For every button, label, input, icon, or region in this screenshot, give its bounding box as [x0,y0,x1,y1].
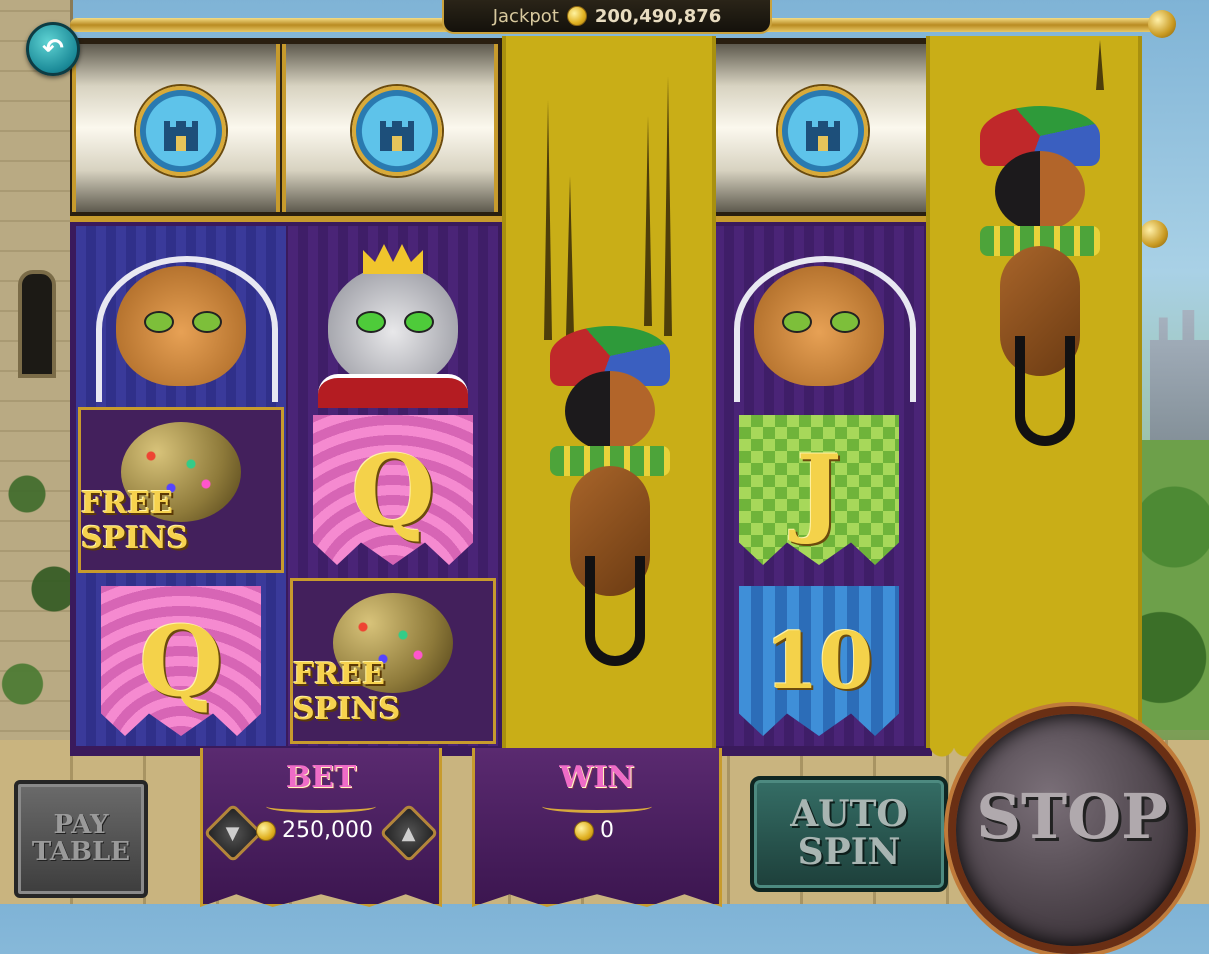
coin-icon [256,820,276,841]
jackpot-display: Jackpot 200,490,876 [442,0,772,34]
cat-eye [404,311,434,333]
free-spins-label: FREE SPINS [293,657,401,727]
wild-banner-reel-5 [926,36,1142,762]
queen-cat-face [96,256,278,402]
letter-q-banner: Q [313,415,473,565]
claw-scratch [544,100,552,340]
trees-background [1140,440,1209,730]
triangle-down-icon: ▼ [226,822,240,844]
castle-tower-icon [136,86,226,176]
queen-cat-symbol [76,246,286,406]
bet-title: BET [285,760,357,795]
veil [734,256,916,402]
reel-column-4: J 10 [714,226,924,746]
letter-q-symbol: Q [288,408,498,572]
distant-castle [1150,310,1209,460]
triangle-up-icon: ▲ [402,822,416,844]
jester-cat-tail [1015,336,1075,446]
crown-icon [363,244,423,274]
jester-cat-head [995,151,1085,231]
back-button[interactable]: ↶ [26,22,80,76]
free-spins-label: FREE SPINS [81,486,189,556]
reel-column-2: Q FREE SPINS [288,226,498,746]
number-10-symbol: 10 [714,576,924,746]
top-reel-4 [712,44,930,212]
pay-table-button[interactable]: PAY TABLE [14,780,148,898]
auto-spin-label-line2: SPIN [797,831,901,873]
bet-amount-display: 250,000 [256,818,373,843]
flourish-decoration [266,800,376,813]
cat-eye [144,311,174,333]
rod-finial-icon [1148,10,1176,38]
coin-icon [566,6,587,26]
win-title: WIN [559,760,635,795]
claw-scratch [1096,40,1104,90]
jester-cat-wild-symbol [530,306,690,666]
pay-table-label-line2: TABLE [31,837,131,867]
reel-column-1: FREE SPINS Q [76,226,286,746]
flourish-decoration [542,800,652,813]
free-spins-tile: FREE SPINS [78,407,284,573]
cat-eye [356,311,386,333]
king-cat-portrait [303,244,483,408]
stop-button[interactable]: STOP [948,706,1196,954]
free-spins-symbol: FREE SPINS [288,576,498,746]
claw-scratch [644,116,652,326]
win-amount: 0 [600,818,614,843]
coin-icon [574,820,594,841]
letter-q-banner: Q [101,586,261,736]
stop-label: STOP [976,780,1168,853]
pay-table-label-line1: PAY [53,809,109,840]
jackpot-label: Jackpot [492,5,559,27]
jester-cat-wild-symbol [960,86,1120,446]
castle-tower-icon [778,86,868,176]
number-10-banner: 10 [739,586,899,736]
letter-j-banner: J [739,415,899,565]
auto-spin-button[interactable]: AUTO SPIN [750,776,948,892]
queen-cat-portrait [729,251,916,402]
jester-cat-head [565,371,655,451]
cat-eye [192,311,222,333]
jackpot-amount: 200,490,876 [594,5,722,27]
queen-cat-portrait [91,251,278,402]
castle-tower-icon [352,86,442,176]
castle-window [18,270,56,378]
royal-robe [318,374,468,408]
top-reel-1 [72,44,280,212]
letter-q-symbol: Q [76,576,286,746]
back-arrow-icon: ↶ [42,34,64,64]
auto-spin-label-line1: AUTO [790,793,908,836]
cat-eye [830,311,860,333]
queen-cat-face [734,256,916,402]
free-spins-symbol: FREE SPINS [76,407,286,573]
king-cat-symbol [288,244,498,408]
free-spins-tile: FREE SPINS [290,578,496,744]
win-amount-display: 0 [574,818,614,843]
rod-finial-icon [1140,220,1168,248]
letter-j-symbol: J [714,408,924,572]
queen-cat-symbol [714,246,924,406]
bet-amount: 250,000 [282,818,373,843]
claw-scratch [664,76,672,336]
jester-cat-tail [585,556,645,666]
king-cat-face [318,244,468,408]
cat-eye [782,311,812,333]
wild-banner-reel-3 [502,36,716,762]
veil [96,256,278,402]
top-reel-2 [282,44,498,212]
